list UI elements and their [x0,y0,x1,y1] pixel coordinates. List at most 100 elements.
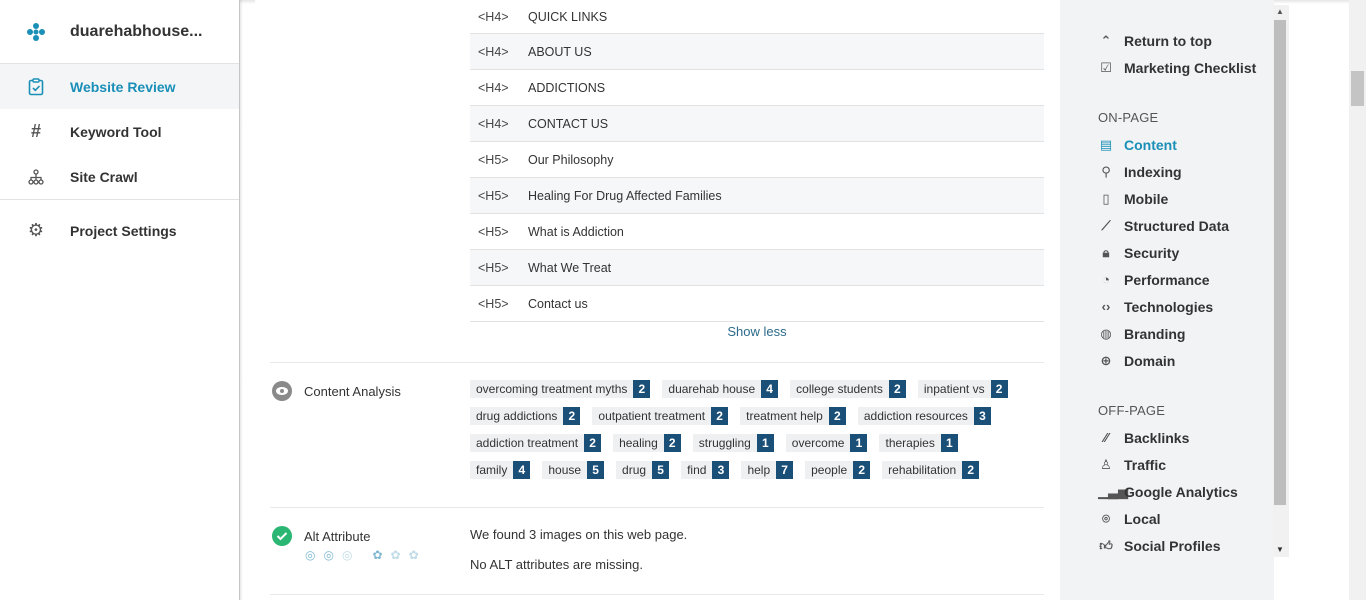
project-selector[interactable]: duarehabhouse... [0,0,239,64]
keyword-text: struggling [692,434,757,452]
alt-missing-text: No ALT attributes are missing. [470,557,643,572]
keyword-chip: find 3 [681,461,730,479]
speedometer-icon: ◔ [1102,272,1110,287]
keyword-chip: healing 2 [613,434,681,452]
keyword-count-badge: 3 [712,461,730,479]
right-panel-scrollbar[interactable]: ▲ ▼ [1273,5,1289,557]
keyword-count-badge: 2 [711,407,729,425]
check-circle-icon [272,526,292,546]
keyword-text: overcoming treatment myths [470,380,634,398]
keyword-text: find [681,461,713,479]
thumbs-up-icon: 👍︎ [1099,537,1113,553]
scrollbar-thumb[interactable] [1351,71,1364,106]
scrollbar-thumb[interactable] [1274,20,1286,505]
project-name: duarehabhouse... [70,22,203,40]
brand-logo-icon [26,22,46,42]
sidebar-item-label: Website Review [70,78,176,95]
table-row: <H5> Contact us [470,286,1044,322]
nav-structured-data[interactable]: ⟋ Structured Data [1098,212,1256,239]
table-row: <H5> What is Addiction [470,214,1044,250]
gear-icon: ✿ [408,548,419,562]
nav-local[interactable]: ⌾ Local [1098,505,1256,532]
keyword-text: house [542,461,588,479]
nav-backlinks[interactable]: ⁄⁄ Backlinks [1098,424,1256,451]
nav-branding[interactable]: ◍ Branding [1098,320,1256,347]
content-analysis-heading: Content Analysis [272,381,401,401]
keyword-count-badge: 2 [853,461,871,479]
nav-domain[interactable]: ⊕ Domain [1098,347,1256,374]
nav-security[interactable]: 🔒︎ Security [1098,239,1256,266]
page-scrollbar[interactable] [1349,0,1366,600]
left-sidebar: duarehabhouse... Website Review # Keywor… [0,0,243,600]
nav-google-analytics[interactable]: ▁▃▅ Google Analytics [1098,478,1256,505]
target-icon: ◎ [305,548,316,562]
keyword-count-badge: 2 [888,380,906,398]
keyword-chip: struggling 1 [692,434,774,452]
target-icon: ◎ [323,548,334,562]
keyword-text: healing [613,434,664,452]
keyword-chip: duarehab house 4 [662,380,779,398]
keyword-count-badge: 2 [990,380,1008,398]
nav-indexing[interactable]: ⚲ Indexing [1098,158,1256,185]
keyword-count-badge: 1 [756,434,774,452]
main-content: <H4> QUICK LINKS <H4> ABOUT US <H4> ADDICTI… [255,0,1060,600]
nav-social-profiles[interactable]: 👍︎ Social Profiles [1098,532,1256,559]
keyword-count-badge: 7 [776,461,794,479]
table-row: <H4> QUICK LINKS [470,0,1044,34]
sidebar-item-website-review[interactable]: Website Review [0,64,239,109]
keyword-text: duarehab house [662,380,762,398]
document-icon: ▤ [1099,136,1113,152]
return-to-top-link[interactable]: ⌃ Return to top [1098,27,1256,54]
keyword-chip: drug addictions 2 [470,407,581,425]
search-icon: ⚲ [1101,163,1111,179]
keyword-chip: overcoming treatment myths 2 [470,380,651,398]
clipboard-check-icon [26,77,46,97]
keyword-chip: treatment help 2 [740,407,846,425]
keyword-count-badge: 3 [973,407,991,425]
keyword-text: addiction resources [857,407,974,425]
code-icon: ‹› [1101,299,1111,314]
scroll-up-arrow-icon[interactable]: ▲ [1276,7,1284,16]
show-less-link[interactable]: Show less [470,324,1044,339]
keyword-text: people [805,461,854,479]
alt-attribute-icons: ◎ ◎ ◎ ✿ ✿ ✿ [305,548,427,562]
keyword-count-badge: 5 [652,461,670,479]
nav-performance[interactable]: ◔ Performance [1098,266,1256,293]
keyword-text: inpatient vs [917,380,991,398]
keyword-chip: college students 2 [790,380,906,398]
nav-traffic[interactable]: ♙ Traffic [1098,451,1256,478]
gear-icon: ✿ [372,548,383,562]
alt-attribute-heading: Alt Attribute [272,526,370,546]
keyword-chip: drug 5 [616,461,670,479]
keyword-chip: help 7 [741,461,794,479]
table-row: <H5> Our Philosophy [470,142,1044,178]
keyword-chip: overcome 1 [785,434,868,452]
traffic-icon: ♙ [1100,456,1112,472]
nav-mobile[interactable]: ▯ Mobile [1098,185,1256,212]
sidebar-item-project-settings[interactable]: ⚙ Project Settings [0,208,239,253]
mobile-icon: ▯ [1102,190,1110,206]
eye-icon [272,381,292,401]
keyword-text: drug addictions [470,407,564,425]
target-icon: ◎ [341,548,353,562]
sidebar-item-label: Site Crawl [70,168,138,185]
keyword-count-badge: 4 [513,461,531,479]
keyword-chip: rehabilitation 2 [882,461,980,479]
sidebar-item-keyword-tool[interactable]: # Keyword Tool [0,109,239,154]
keyword-chip: therapies 1 [879,434,958,452]
keyword-row: addiction treatment 2 healing 2 struggling 1 o… [470,434,1050,454]
keyword-chip: outpatient treatment 2 [592,407,729,425]
marketing-checklist-link[interactable]: ☑ Marketing Checklist [1098,54,1256,81]
sidebar-item-label: Keyword Tool [70,123,162,140]
nav-content[interactable]: ▤ Content [1098,131,1256,158]
sidebar-item-site-crawl[interactable]: Site Crawl [0,154,239,199]
sitemap-icon [26,167,46,187]
keyword-count-badge: 5 [587,461,605,479]
keyword-chip: addiction resources 3 [857,407,991,425]
on-page-heading: ON-PAGE [1098,110,1159,125]
nav-technologies[interactable]: ‹› Technologies [1098,293,1256,320]
keyword-count-badge: 1 [940,434,958,452]
keyword-row: overcoming treatment myths 2 duarehab hous… [470,380,1050,400]
scroll-down-arrow-icon[interactable]: ▼ [1276,545,1284,554]
keyword-count-badge: 4 [761,380,779,398]
